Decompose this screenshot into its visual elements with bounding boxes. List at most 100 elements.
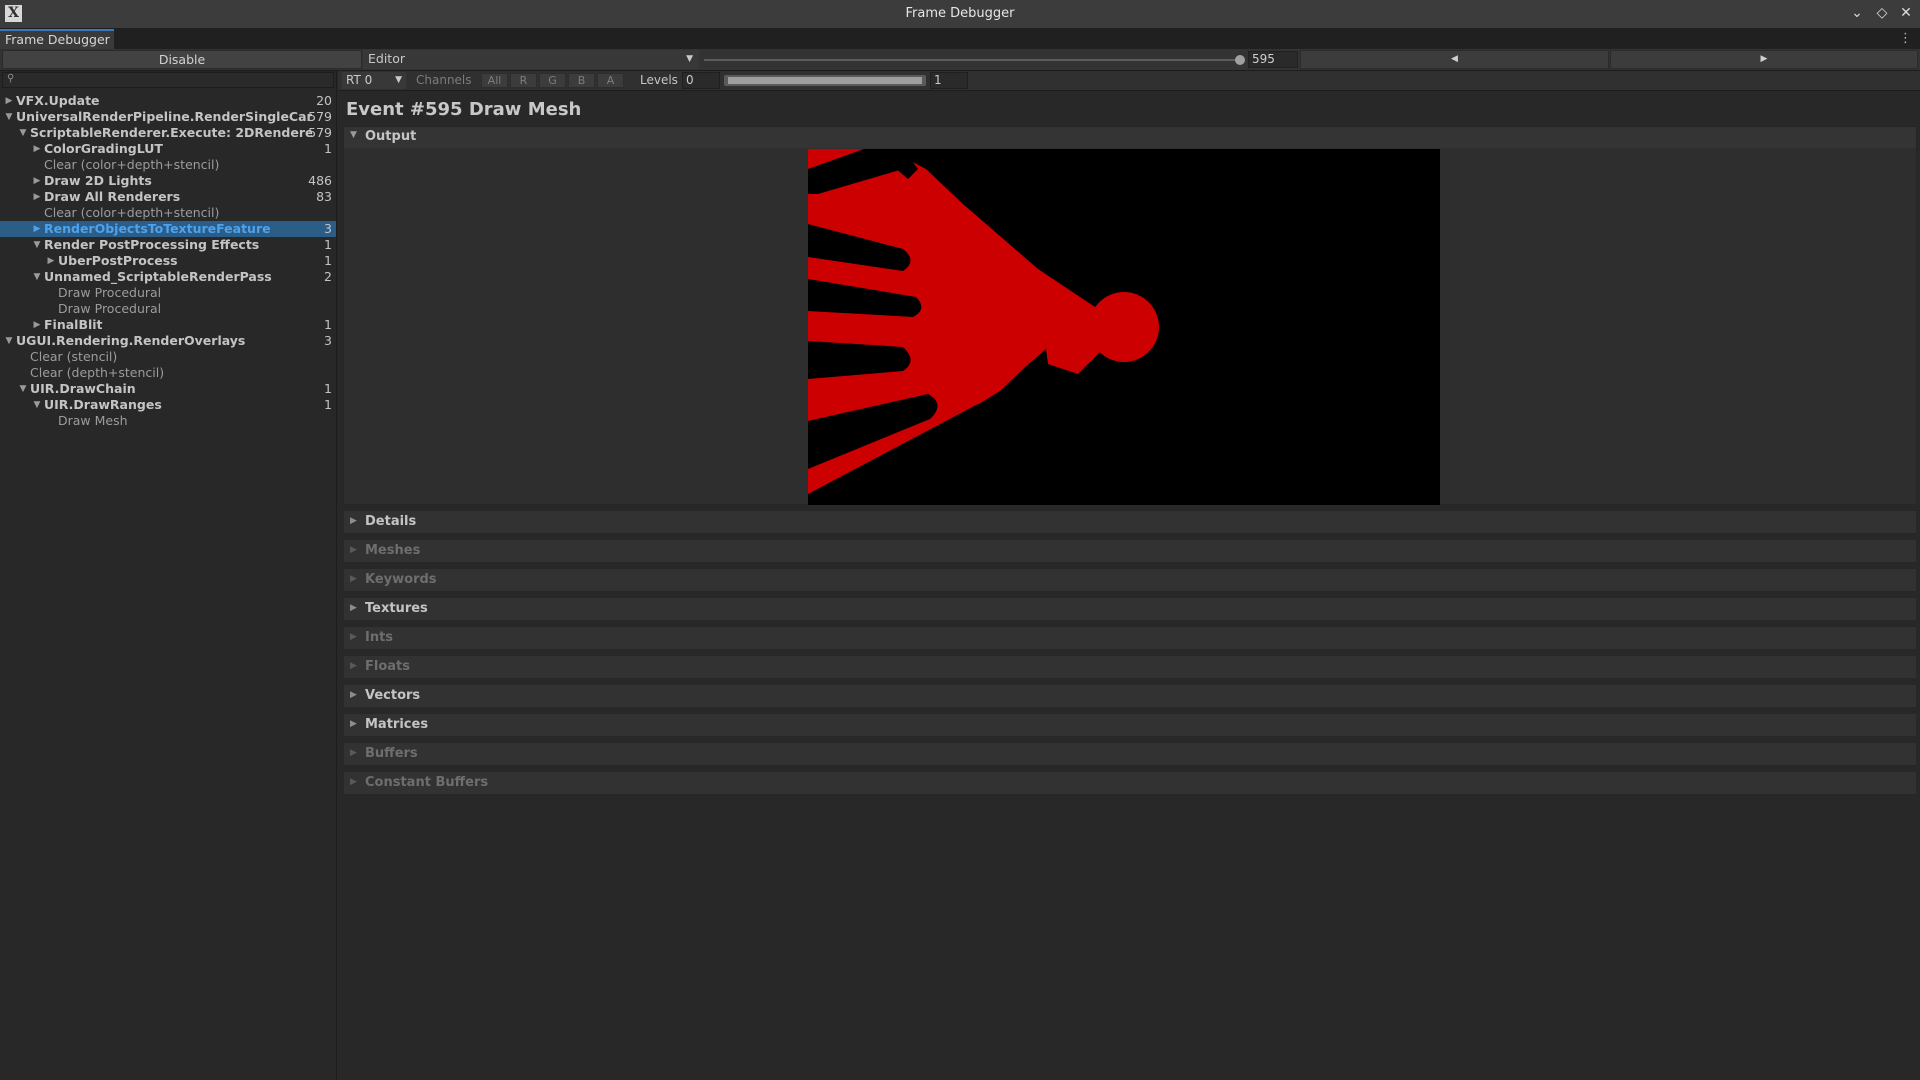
section-keywords[interactable]: ▶ Keywords	[343, 568, 1917, 592]
tree-row-label: UGUI.Rendering.RenderOverlays	[16, 333, 246, 348]
target-dropdown[interactable]: Editor ▼	[363, 50, 699, 69]
event-number-field[interactable]: 595	[1248, 51, 1298, 68]
tab-frame-debugger[interactable]: Frame Debugger	[0, 29, 114, 49]
channel-all-button[interactable]: All	[481, 73, 508, 88]
tree-row-clear-depth-stencil[interactable]: Clear (depth+stencil)	[0, 365, 336, 381]
more-options-icon[interactable]: ⋮	[1899, 31, 1912, 46]
expand-arrow-right-icon[interactable]: ▶	[32, 173, 42, 189]
tree-row-render-postprocessing-effects[interactable]: ▼ Render PostProcessing Effects 1	[0, 237, 336, 253]
tree-row-label: Clear (color+depth+stencil)	[44, 157, 220, 172]
arrow-right-icon: ▶	[1760, 54, 1768, 64]
tree-row-draw-2d-lights[interactable]: ▶ Draw 2D Lights 486	[0, 173, 336, 189]
expand-arrow-down-icon[interactable]: ▼	[32, 237, 42, 253]
tree-row-finalblit[interactable]: ▶ FinalBlit 1	[0, 317, 336, 333]
expand-arrow-down-icon[interactable]: ▼	[4, 109, 14, 125]
tree-row-clear-color-depth-stencil[interactable]: Clear (color+depth+stencil)	[0, 205, 336, 221]
expand-arrow-down-icon[interactable]: ▼	[18, 125, 28, 141]
expand-arrow-right-icon: ▶	[350, 632, 357, 642]
section-constant-buffers[interactable]: ▶ Constant Buffers	[343, 771, 1917, 795]
disable-button[interactable]: Disable	[2, 50, 362, 69]
tree-row-universalrenderpipeline-rendersinglecamer[interactable]: ▼ UniversalRenderPipeline.RenderSingleCam…	[0, 109, 336, 125]
tree-row-draw-procedural[interactable]: Draw Procedural	[0, 301, 336, 317]
tree-row-uir-drawranges[interactable]: ▼ UIR.DrawRanges 1	[0, 397, 336, 413]
tree-row-label: Draw Mesh	[58, 413, 128, 428]
channel-a-button[interactable]: A	[597, 73, 624, 88]
expand-arrow-right-icon[interactable]: ▶	[32, 317, 42, 333]
expand-arrow-right-icon[interactable]: ▶	[46, 253, 56, 269]
event-slider[interactable]	[704, 50, 1248, 69]
tree-row-uir-drawchain[interactable]: ▼ UIR.DrawChain 1	[0, 381, 336, 397]
slider-thumb[interactable]	[1235, 55, 1245, 65]
tree-row-draw-mesh[interactable]: Draw Mesh	[0, 413, 336, 429]
tree-row-label: Clear (depth+stencil)	[30, 365, 165, 380]
render-target-value: RT 0	[346, 73, 373, 87]
close-icon[interactable]: ✕	[1896, 3, 1916, 23]
expand-arrow-down-icon[interactable]: ▼	[18, 381, 28, 397]
tree-row-label: UIR.DrawChain	[30, 381, 136, 396]
next-event-button[interactable]: ▶	[1610, 50, 1918, 69]
channel-b-button[interactable]: B	[568, 73, 595, 88]
expand-arrow-down-icon[interactable]: ▼	[32, 269, 42, 285]
section-textures[interactable]: ▶ Textures	[343, 597, 1917, 621]
tree-row-colorgradinglut[interactable]: ▶ ColorGradingLUT 1	[0, 141, 336, 157]
expand-arrow-down-icon[interactable]: ▼	[32, 397, 42, 413]
search-input[interactable]: ⚲	[2, 72, 334, 88]
window-title-bar: X Frame Debugger ⌄ ◇ ✕	[0, 0, 1920, 29]
search-icon: ⚲	[7, 73, 15, 84]
expand-arrow-right-icon[interactable]: ▶	[4, 93, 14, 109]
section-ints[interactable]: ▶ Ints	[343, 626, 1917, 650]
level-min-field[interactable]: 0	[682, 72, 720, 89]
tree-row-label: Clear (color+depth+stencil)	[44, 205, 220, 220]
tree-row-clear-stencil[interactable]: Clear (stencil)	[0, 349, 336, 365]
event-title: Event #595 Draw Mesh	[346, 99, 582, 120]
tree-row-draw-all-renderers[interactable]: ▶ Draw All Renderers 83	[0, 189, 336, 205]
expand-arrow-right-icon: ▶	[350, 777, 357, 787]
section-meshes[interactable]: ▶ Meshes	[343, 539, 1917, 563]
tree-row-label: RenderObjectsToTextureFeature	[44, 221, 271, 236]
tree-row-ugui-rendering-renderoverlays[interactable]: ▼ UGUI.Rendering.RenderOverlays 3	[0, 333, 336, 349]
section-label: Vectors	[365, 688, 421, 703]
tree-row-vfx-update[interactable]: ▶ VFX.Update 20	[0, 93, 336, 109]
render-target-dropdown[interactable]: RT 0 ▼	[342, 72, 406, 89]
tree-row-label: ColorGradingLUT	[44, 141, 163, 156]
tree-row-unnamed-scriptablerenderpass[interactable]: ▼ Unnamed_ScriptableRenderPass 2	[0, 269, 336, 285]
window-title: Frame Debugger	[905, 6, 1015, 21]
section-label: Floats	[365, 659, 410, 674]
tree-row-count: 486	[308, 173, 332, 188]
expand-arrow-right-icon: ▶	[350, 748, 357, 758]
tree-row-label: Draw 2D Lights	[44, 173, 152, 188]
tree-row-uberpostprocess[interactable]: ▶ UberPostProcess 1	[0, 253, 336, 269]
tree-row-label: UniversalRenderPipeline.RenderSingleCame…	[16, 109, 312, 124]
minimize-icon[interactable]: ⌄	[1847, 3, 1867, 23]
level-max-field[interactable]: 1	[930, 72, 968, 89]
tree-row-count: 2	[324, 269, 332, 284]
maximize-icon[interactable]: ◇	[1872, 3, 1892, 23]
section-details[interactable]: ▶ Details	[343, 510, 1917, 534]
expand-arrow-right-icon: ▶	[350, 719, 357, 729]
section-buffers[interactable]: ▶ Buffers	[343, 742, 1917, 766]
levels-range-slider[interactable]	[724, 75, 926, 86]
expand-arrow-down-icon[interactable]: ▼	[4, 333, 14, 349]
section-matrices[interactable]: ▶ Matrices	[343, 713, 1917, 737]
tree-row-count: 3	[324, 333, 332, 348]
section-label: Constant Buffers	[365, 775, 489, 790]
expand-arrow-right-icon[interactable]: ▶	[32, 189, 42, 205]
tree-row-count: 1	[324, 397, 332, 412]
section-vectors[interactable]: ▶ Vectors	[343, 684, 1917, 708]
channel-r-button[interactable]: R	[510, 73, 537, 88]
expand-arrow-right-icon[interactable]: ▶	[32, 221, 42, 237]
tree-row-clear-color-depth-stencil[interactable]: Clear (color+depth+stencil)	[0, 157, 336, 173]
levels-label: Levels	[640, 73, 678, 87]
section-floats[interactable]: ▶ Floats	[343, 655, 1917, 679]
tree-row-label: Draw Procedural	[58, 301, 162, 316]
output-section-header[interactable]: ▼ Output	[344, 127, 1916, 148]
expand-arrow-right-icon[interactable]: ▶	[32, 141, 42, 157]
main-toolbar: Disable Editor ▼ 595 ◀ ▶	[0, 49, 1920, 71]
previous-event-button[interactable]: ◀	[1300, 50, 1609, 69]
channel-g-button[interactable]: G	[539, 73, 566, 88]
section-label: Meshes	[365, 543, 421, 558]
tree-row-scriptablerenderer-execute-2drenderer[interactable]: ▼ ScriptableRenderer.Execute: 2DRenderer 5…	[0, 125, 336, 141]
tree-row-draw-procedural[interactable]: Draw Procedural	[0, 285, 336, 301]
tree-row-count: 3	[324, 221, 332, 236]
tree-row-renderobjectstotexturefeature[interactable]: ▶ RenderObjectsToTextureFeature 3	[0, 221, 336, 237]
